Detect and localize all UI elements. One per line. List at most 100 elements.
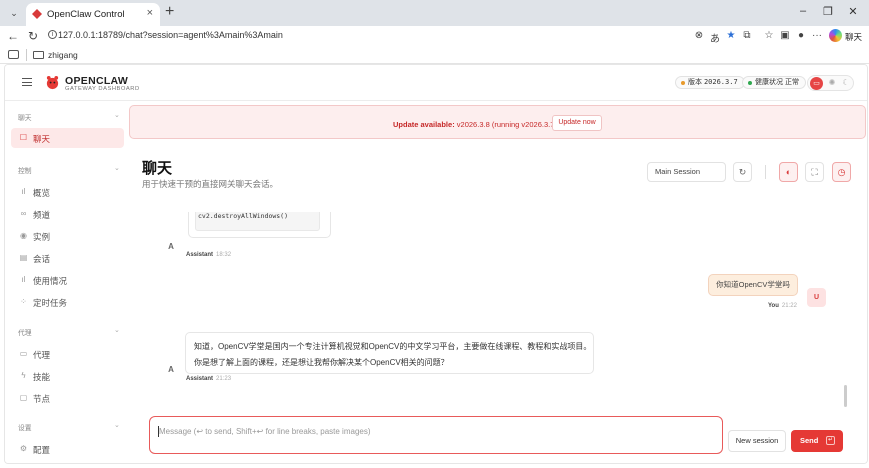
reading-view-icon[interactable] bbox=[8, 50, 19, 59]
url-field[interactable]: 127.0.0.1:18789/chat?session=agent%3Amai… bbox=[58, 30, 283, 40]
refresh-icon[interactable]: ↻ bbox=[26, 29, 40, 43]
favorites-folder-link[interactable]: zhigang bbox=[48, 50, 78, 60]
message-time: 21:22 bbox=[781, 303, 797, 309]
link-icon: ∞ bbox=[20, 209, 27, 218]
brain-icon[interactable]: ◐ bbox=[779, 162, 798, 182]
gear-icon: ⚙ bbox=[19, 444, 28, 453]
chat-scrollbar[interactable] bbox=[844, 385, 847, 407]
close-window-icon[interactable]: ✕ bbox=[845, 5, 861, 18]
browser-tab[interactable]: OpenClaw Control × bbox=[26, 3, 160, 26]
sidebar-item-channels[interactable]: ∞ 频道 bbox=[11, 204, 124, 224]
main-content: Update available: v2026.3.8 (running v20… bbox=[129, 102, 867, 463]
theme-light-icon[interactable]: ✺ bbox=[827, 78, 837, 87]
message-text-line: 知道，OpenCV学堂是国内一个专注计算机视觉和OpenCV的中文学习平台，主要… bbox=[194, 342, 592, 351]
menu-toggle-icon[interactable] bbox=[22, 78, 32, 86]
copilot-label[interactable]: 聊天 bbox=[845, 31, 862, 43]
collapse-chevron-icon[interactable]: ⌄ bbox=[114, 111, 120, 119]
sidebar-item-label: 会话 bbox=[33, 254, 51, 264]
sidebar-item-nodes[interactable]: ▢ 节点 bbox=[11, 388, 124, 408]
code-line: cv2.destroyAllWindows() bbox=[198, 212, 289, 220]
group-label-settings: 设置 bbox=[18, 425, 32, 432]
sidebar-item-chat[interactable]: ☐ 聊天 bbox=[11, 128, 124, 148]
tracking-icon[interactable]: ⊗ bbox=[692, 30, 706, 41]
tab-title: OpenClaw Control bbox=[47, 9, 125, 20]
update-prefix: Update available: bbox=[393, 120, 455, 129]
sidebar-item-label: 代理 bbox=[33, 350, 51, 360]
translate-icon[interactable]: あ bbox=[708, 30, 722, 45]
theme-system-icon[interactable]: ▭ bbox=[810, 77, 823, 90]
message-time: 21:23 bbox=[216, 376, 232, 382]
tab-close-icon[interactable]: × bbox=[147, 7, 153, 19]
session-select[interactable]: Main Session bbox=[647, 162, 726, 182]
page-subtitle: 用于快速干预的直接网关聊天会话。 bbox=[142, 179, 279, 189]
new-tab-icon[interactable]: + bbox=[165, 3, 174, 21]
sidebar-item-label: 定时任务 bbox=[33, 298, 68, 308]
chat-thread: cv2.destroyAllWindows() A Assistant 18:32… bbox=[129, 212, 866, 408]
openclaw-favicon-icon bbox=[32, 9, 42, 19]
favorites-icon[interactable]: ☆ bbox=[762, 30, 776, 41]
sidebar-item-instances[interactable]: ◉ 实例 bbox=[11, 226, 124, 246]
sender-name: You bbox=[768, 303, 779, 309]
bar-chart-icon: ıl bbox=[21, 275, 26, 284]
message-time: 18:32 bbox=[216, 252, 232, 258]
theme-switch: ▭ ✺ ☾ bbox=[807, 75, 854, 91]
message-text-line: 你是想了解上面的课程，还是想让我帮你解决某个OpenCV相关的问题？ bbox=[194, 358, 449, 367]
sidebar-item-usage[interactable]: ıl 使用情况 bbox=[11, 270, 124, 290]
favorite-star-icon[interactable]: ★ bbox=[724, 30, 738, 41]
profile-icon[interactable]: ● bbox=[794, 30, 808, 41]
refresh-icon[interactable]: ↻ bbox=[733, 162, 752, 182]
toolbar-divider bbox=[765, 165, 766, 179]
new-session-button[interactable]: New session bbox=[728, 430, 786, 452]
user-message: 你知道OpenCV学堂吗 bbox=[708, 274, 798, 296]
theme-dark-icon[interactable]: ☾ bbox=[841, 78, 851, 87]
site-info-icon[interactable]: i bbox=[48, 30, 57, 39]
update-text: Update available: v2026.3.8 (running v20… bbox=[393, 120, 559, 129]
favorites-bar: zhigang bbox=[0, 46, 869, 64]
more-menu-icon[interactable]: ··· bbox=[810, 30, 824, 41]
sidebar-item-agents[interactable]: ▭ 代理 bbox=[11, 344, 124, 364]
focus-icon[interactable]: ⛶ bbox=[805, 162, 824, 182]
update-banner: Update available: v2026.3.8 (running v20… bbox=[129, 105, 866, 139]
message-meta: You 21:22 bbox=[768, 303, 797, 309]
sidebar-item-skills[interactable]: ϟ 技能 bbox=[11, 366, 124, 386]
message-input[interactable]: Message (↩ to send, Shift+↩ for line bre… bbox=[149, 416, 723, 454]
sender-name: Assistant bbox=[186, 376, 214, 382]
version-value: 2026.3.7 bbox=[703, 78, 738, 86]
app-header: OPENCLAW GATEWAY DASHBOARD 版本 2026.3.7 健… bbox=[5, 65, 867, 101]
openclaw-logo-icon bbox=[46, 75, 59, 90]
extensions-icon[interactable]: ⧉ bbox=[740, 30, 754, 41]
browser-tabstrip: ⌄ OpenClaw Control × + – ❐ ✕ bbox=[0, 0, 869, 26]
clock-icon[interactable]: ◷ bbox=[832, 162, 851, 182]
send-button[interactable]: Send ↵ bbox=[791, 430, 843, 452]
tab-actions-menu-icon[interactable]: ⌄ bbox=[6, 5, 22, 21]
collapse-chevron-icon[interactable]: ⌄ bbox=[114, 164, 120, 172]
sidebar-item-label: 技能 bbox=[33, 372, 51, 382]
collapse-chevron-icon[interactable]: ⌄ bbox=[114, 326, 120, 334]
sidebar-item-cron[interactable]: ⁘ 定时任务 bbox=[11, 292, 124, 312]
message-meta: Assistant 18:32 bbox=[186, 252, 231, 258]
health-badge: 健康状况 正常 bbox=[742, 76, 806, 89]
sidebar-item-label: 节点 bbox=[33, 394, 51, 404]
update-detail: v2026.3.8 (running v2026.3.7). bbox=[456, 120, 559, 129]
sender-name: Assistant bbox=[186, 252, 214, 258]
assistant-avatar: A bbox=[168, 242, 174, 251]
favbar-divider bbox=[26, 49, 27, 61]
folder-icon: ▭ bbox=[19, 349, 28, 358]
sidebar-item-overview[interactable]: ıl 概览 bbox=[11, 182, 124, 202]
health-value: 正常 bbox=[784, 79, 799, 86]
version-dot-icon bbox=[681, 81, 685, 85]
collections-icon[interactable]: ▣ bbox=[778, 30, 792, 41]
sidebar-item-config[interactable]: ⚙ 配置 bbox=[11, 439, 124, 459]
group-label-agents: 代理 bbox=[18, 330, 32, 337]
back-icon[interactable]: ← bbox=[6, 29, 20, 43]
collapse-chevron-icon[interactable]: ⌄ bbox=[114, 421, 120, 429]
assistant-avatar: A bbox=[168, 365, 174, 374]
sidebar-item-sessions[interactable]: ▤ 会话 bbox=[11, 248, 124, 268]
update-now-button[interactable]: Update now bbox=[552, 115, 602, 131]
copilot-icon[interactable] bbox=[829, 29, 842, 42]
sidebar-item-label: 频道 bbox=[33, 210, 51, 220]
assistant-message: 知道，OpenCV学堂是国内一个专注计算机视觉和OpenCV的中文学习平台，主要… bbox=[185, 332, 594, 374]
minimize-icon[interactable]: – bbox=[795, 5, 811, 17]
brand-subtitle: GATEWAY DASHBOARD bbox=[65, 86, 140, 92]
restore-icon[interactable]: ❐ bbox=[820, 5, 836, 18]
